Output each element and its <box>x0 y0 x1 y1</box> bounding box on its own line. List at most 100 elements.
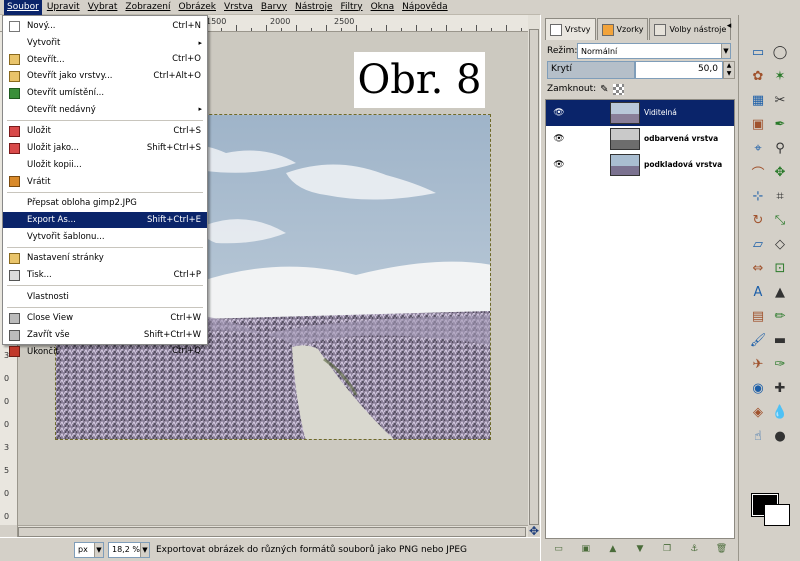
file-menu-item[interactable]: Vrátit <box>3 173 207 190</box>
file-menu-item[interactable]: Vytvořit ▸ <box>3 35 207 52</box>
file-menu-item[interactable]: Close View Ctrl+W <box>3 310 207 327</box>
file-menu-item[interactable]: Vytvořit šablonu... <box>3 228 207 245</box>
tab-patterns[interactable]: Vzorky <box>596 18 649 40</box>
horizontal-scrollbar[interactable] <box>18 525 528 537</box>
menu-9[interactable]: Okna <box>368 0 398 15</box>
menu-5[interactable]: Vrstva <box>221 0 256 15</box>
paintbrush-icon[interactable]: 🖌 <box>747 329 769 351</box>
menu-1[interactable]: Upravit <box>44 0 83 15</box>
file-menu-item[interactable]: Otevřít nedávný ▸ <box>3 101 207 118</box>
foreground-select-icon[interactable]: ▣ <box>747 113 769 135</box>
pencil-icon[interactable]: ✏ <box>769 305 791 327</box>
file-menu-item[interactable]: Otevřít umístění... <box>3 85 207 102</box>
file-menu-item[interactable]: Tisk... Ctrl+P <box>3 267 207 284</box>
paths-icon[interactable]: ✒ <box>769 113 791 135</box>
text-icon[interactable]: A <box>747 281 769 303</box>
tab-layers[interactable]: Vrstvy <box>545 18 596 40</box>
ink-icon[interactable]: ✑ <box>769 353 791 375</box>
opacity-slider[interactable]: Krytí <box>547 61 635 79</box>
menu-8[interactable]: Filtry <box>337 0 365 15</box>
blur-icon[interactable]: 💧 <box>769 401 791 423</box>
delete-layer-icon[interactable]: 🗑 <box>715 543 727 555</box>
mode-select[interactable]: Normální ▼ <box>577 43 731 59</box>
move-icon[interactable]: ✥ <box>769 161 791 183</box>
eye-icon[interactable]: 👁 <box>546 134 572 144</box>
airbrush-icon[interactable]: ✈ <box>747 353 769 375</box>
file-menu-item[interactable]: Vlastnosti <box>3 288 207 305</box>
unit-select[interactable]: px ▼ <box>74 541 104 558</box>
tab-menu-icon[interactable]: ◂ <box>723 21 735 33</box>
duplicate-layer-icon[interactable]: ❐ <box>661 543 673 555</box>
lasso-icon[interactable]: ✿ <box>747 65 769 87</box>
measure-icon[interactable]: ⌒ <box>747 161 769 183</box>
heal-icon[interactable]: ✚ <box>769 377 791 399</box>
file-menu-item[interactable]: Export As... Shift+Ctrl+E <box>3 211 207 229</box>
blend-icon[interactable]: ▤ <box>747 305 769 327</box>
flip-icon[interactable]: ⇔ <box>747 257 769 279</box>
file-menu-item[interactable]: Zavřít vše Shift+Ctrl+W <box>3 327 207 344</box>
folder-icon[interactable]: ▣ <box>580 543 592 555</box>
lower-layer-icon[interactable]: ▼ <box>634 543 646 555</box>
ruler-tick <box>356 25 357 31</box>
file-menu-item[interactable]: Přepsat obloha gimp2.JPG <box>3 195 207 212</box>
paintbrush-icon[interactable]: ✎ <box>600 84 608 95</box>
color-select-icon[interactable]: ▦ <box>747 89 769 111</box>
eraser-icon[interactable]: ▬ <box>769 329 791 351</box>
layer-row[interactable]: 👁 podkladová vrstva <box>546 152 734 178</box>
navigate-icon[interactable]: ✥ <box>528 524 540 538</box>
horizontal-scroll-thumb[interactable] <box>18 527 526 537</box>
ruler-label: 2000 <box>270 17 291 26</box>
shear-icon[interactable]: ▱ <box>747 233 769 255</box>
menu-0[interactable]: Soubor <box>4 0 42 15</box>
smudge-icon[interactable]: ☝ <box>747 425 769 447</box>
dodge-burn-icon[interactable]: ● <box>769 425 791 447</box>
file-menu-item[interactable]: Nastavení stránky <box>3 250 207 267</box>
file-menu-item[interactable]: Nový... Ctrl+N <box>3 18 207 35</box>
alpha-lock-icon[interactable] <box>612 83 624 95</box>
file-menu-item[interactable]: Uložit Ctrl+S <box>3 123 207 140</box>
scissors-icon[interactable]: ✂ <box>769 89 791 111</box>
layer-row[interactable]: 👁 Viditelná <box>546 100 734 126</box>
quick-mask-toggle[interactable] <box>0 525 18 537</box>
perspective-icon[interactable]: ◇ <box>769 233 791 255</box>
bucket-fill-icon[interactable]: ▲ <box>769 281 791 303</box>
file-menu-item[interactable]: Otevřít... Ctrl+O <box>3 51 207 68</box>
menu-3[interactable]: Zobrazení <box>122 0 173 15</box>
zoom-icon[interactable]: ⚲ <box>769 137 791 159</box>
rect-select-icon[interactable]: ▭ <box>747 41 769 63</box>
menu-6[interactable]: Barvy <box>258 0 290 15</box>
file-menu-item[interactable]: Otevřít jako vrstvy... Ctrl+Alt+O <box>3 68 207 85</box>
cage-icon[interactable]: ⊡ <box>769 257 791 279</box>
eye-icon[interactable]: 👁 <box>546 108 572 118</box>
new-layer-icon[interactable]: ▭ <box>553 543 565 555</box>
clone-icon[interactable]: ◉ <box>747 377 769 399</box>
vertical-scroll-thumb[interactable] <box>529 29 539 525</box>
color-picker-icon[interactable]: ⌖ <box>747 137 769 159</box>
file-menu-item[interactable]: Uložit kopii... <box>3 157 207 174</box>
layer-row[interactable]: 👁 odbarvená vrstva <box>546 126 734 152</box>
eye-icon[interactable]: 👁 <box>546 160 572 170</box>
raise-layer-icon[interactable]: ▲ <box>607 543 619 555</box>
menu-7[interactable]: Nástroje <box>292 0 336 15</box>
perspective-clone-icon[interactable]: ◈ <box>747 401 769 423</box>
ruler-label: 3 <box>4 443 10 452</box>
opacity-input[interactable]: 50,0 <box>635 61 723 79</box>
scale-icon[interactable]: ⤡ <box>769 209 791 231</box>
ruler-tick <box>416 25 417 31</box>
background-color-swatch[interactable] <box>764 504 790 526</box>
file-menu-item[interactable]: Ukončit Ctrl+Q <box>3 343 207 360</box>
menu-10[interactable]: Nápověda <box>399 0 451 15</box>
ellipse-select-icon[interactable]: ◯ <box>769 41 791 63</box>
file-menu-item[interactable]: Uložit jako... Shift+Ctrl+S <box>3 140 207 157</box>
opacity-spinner[interactable]: ▲ ▼ <box>723 61 735 79</box>
zoom-select[interactable]: 18,2 % ▼ <box>108 541 150 558</box>
tab-tool-options[interactable]: Volby nástroje <box>649 18 732 40</box>
rotate-icon[interactable]: ↻ <box>747 209 769 231</box>
vertical-scrollbar[interactable] <box>528 15 540 525</box>
crop-icon[interactable]: ⌗ <box>769 185 791 207</box>
fuzzy-select-icon[interactable]: ✶ <box>769 65 791 87</box>
menu-2[interactable]: Vybrat <box>85 0 121 15</box>
align-icon[interactable]: ⊹ <box>747 185 769 207</box>
anchor-icon[interactable]: ⚓ <box>688 543 700 555</box>
menu-4[interactable]: Obrázek <box>176 0 220 15</box>
